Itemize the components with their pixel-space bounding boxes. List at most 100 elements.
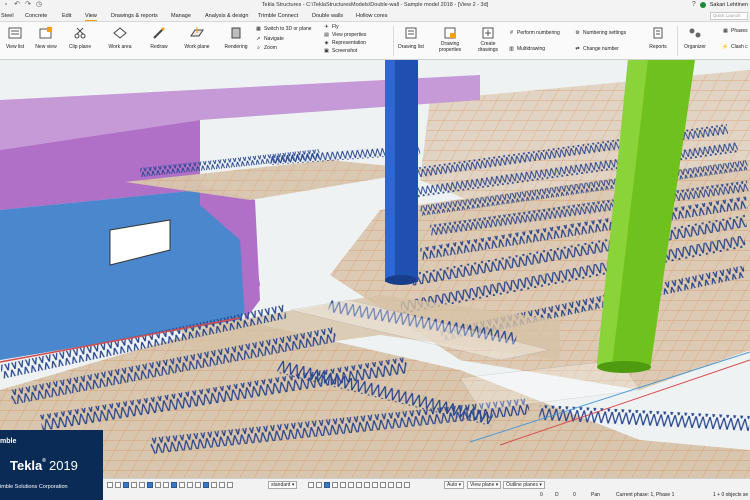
select-icon[interactable] — [348, 482, 354, 488]
numbering-settings-label: Numbering settings — [583, 30, 627, 36]
snap-icon[interactable] — [115, 482, 121, 488]
snap-icon[interactable] — [163, 482, 169, 488]
perform-numbering-label: Perform numbering — [517, 30, 560, 36]
select-icon[interactable] — [356, 482, 362, 488]
select-icon[interactable] — [364, 482, 370, 488]
select-icon[interactable] — [380, 482, 386, 488]
tekla-logo: Tekla® 2019 — [10, 458, 78, 473]
trimble-logo-text: mble — [0, 438, 17, 445]
tab-double-walls[interactable]: Double walls — [312, 13, 343, 19]
new-view-button[interactable]: New view — [31, 26, 61, 50]
work-area-button[interactable]: Work area — [105, 26, 135, 50]
snap-icon[interactable] — [147, 482, 153, 488]
quick-launch-search[interactable]: Quick Launch — [710, 12, 748, 20]
tab-analysis-design[interactable]: Analysis & design — [205, 13, 248, 19]
representation-label: Representation — [332, 40, 366, 46]
tab-manage[interactable]: Manage — [171, 13, 191, 19]
representation-icon: ◈ — [324, 40, 329, 46]
model-3d-scene[interactable] — [0, 60, 750, 478]
drawing-list-button[interactable]: Drawing list — [396, 26, 426, 50]
snap-icon[interactable] — [107, 482, 113, 488]
select-icon[interactable] — [372, 482, 378, 488]
select-icon[interactable] — [324, 482, 330, 488]
select-icon[interactable] — [396, 482, 402, 488]
drawing-properties-button[interactable]: Drawing properties — [435, 26, 465, 53]
pan-mode: Pan — [591, 492, 600, 498]
rendering-button[interactable]: Rendering — [221, 26, 251, 50]
snap-icon[interactable] — [139, 482, 145, 488]
outline-planes-select-value: Outline planes — [506, 482, 538, 488]
view-plane-select[interactable]: View plane ▾ — [467, 481, 502, 489]
model-viewport[interactable] — [0, 60, 750, 478]
blue-column — [385, 60, 418, 285]
user-icon — [699, 1, 706, 8]
snap-icon[interactable] — [195, 482, 201, 488]
standard-select[interactable]: standard ▾ — [268, 481, 298, 489]
reports-label: Reports — [649, 44, 667, 50]
ribbon: View list New view Clip plane Work area … — [0, 22, 750, 60]
clip-plane-button[interactable]: Clip plane — [65, 26, 95, 50]
user-name[interactable]: Sakari Lehtinen — [710, 2, 748, 8]
multidrawing-button[interactable]: ▥ Multidrawing — [508, 46, 545, 52]
rendering-icon — [228, 26, 244, 40]
work-plane-button[interactable]: Work plane — [182, 26, 212, 50]
tab-concrete[interactable]: Concrete — [25, 13, 47, 19]
tab-drawings-reports[interactable]: Drawings & reports — [111, 13, 158, 19]
snap-icon[interactable] — [187, 482, 193, 488]
switch-3d-button[interactable]: ▦ Switch to 3D or plane — [255, 26, 311, 32]
snap-icon[interactable] — [155, 482, 161, 488]
fly-button[interactable]: ✈ Fly — [323, 24, 339, 30]
numbering-settings-button[interactable]: ⚙ Numbering settings — [574, 30, 626, 36]
help-icon[interactable]: ? — [692, 1, 696, 8]
snap-icon[interactable] — [179, 482, 185, 488]
redraw-button[interactable]: Redraw — [144, 26, 174, 50]
selection-toolbar — [308, 482, 410, 488]
view-plane-select-value: View plane — [470, 482, 495, 488]
change-number-button[interactable]: ⇄ Change number — [574, 46, 618, 52]
clash-check-button[interactable]: ⚡ Clash c — [722, 44, 747, 50]
zoom-label: Zoom — [264, 45, 277, 51]
reports-button[interactable]: Reports — [643, 26, 673, 50]
snap-icon[interactable] — [227, 482, 233, 488]
outline-planes-select[interactable]: Outline planes ▾ — [503, 481, 545, 489]
organizer-button[interactable]: Organizer — [680, 26, 710, 50]
tab-edit[interactable]: Edit — [62, 13, 71, 19]
drawing-list-label: Drawing list — [398, 44, 424, 50]
select-icon[interactable] — [316, 482, 322, 488]
screenshot-button[interactable]: ▣ Screenshot — [323, 48, 357, 54]
tab-hollow-cores[interactable]: Hollow cores — [356, 13, 387, 19]
select-icon[interactable] — [308, 482, 314, 488]
snap-icon[interactable] — [203, 482, 209, 488]
scissors-icon — [72, 26, 88, 40]
create-drawings-button[interactable]: Create drawings — [473, 26, 503, 53]
tab-steel[interactable]: Steel — [1, 13, 14, 19]
snap-icon[interactable] — [123, 482, 129, 488]
representation-button[interactable]: ◈ Representation — [323, 40, 366, 46]
view-properties-button[interactable]: ▤ View properties — [323, 32, 366, 38]
navigate-button[interactable]: ➚ Navigate — [255, 36, 283, 42]
snap-icon[interactable] — [219, 482, 225, 488]
snap-icon[interactable] — [211, 482, 217, 488]
fly-label: Fly — [332, 24, 339, 30]
tab-view[interactable]: View — [85, 13, 97, 21]
select-icon[interactable] — [388, 482, 394, 488]
multidrawing-icon: ▥ — [509, 46, 514, 52]
snap-icon[interactable] — [171, 482, 177, 488]
navigate-icon: ➚ — [256, 36, 261, 42]
snap-icon[interactable] — [131, 482, 137, 488]
screenshot-icon: ▣ — [324, 48, 329, 54]
zoom-button[interactable]: ⌕ Zoom — [255, 45, 277, 51]
perform-numbering-button[interactable]: # Perform numbering — [508, 30, 560, 36]
tab-trimble-connect[interactable]: Trimble Connect — [258, 13, 298, 19]
auto-select[interactable]: Auto ▾ — [444, 481, 465, 489]
view-list-button[interactable]: View list — [0, 26, 30, 50]
select-icon[interactable] — [404, 482, 410, 488]
select-icon[interactable] — [332, 482, 338, 488]
phases-button[interactable]: ▦ Phases — [722, 28, 748, 34]
work-plane-icon — [189, 26, 205, 40]
view-properties-label: View properties — [332, 32, 367, 38]
readout-3: 0 — [573, 492, 576, 498]
select-icon[interactable] — [340, 482, 346, 488]
corporation-text: imble Solutions Corporation — [0, 484, 68, 490]
tekla-logo-text: Tekla — [10, 458, 43, 473]
